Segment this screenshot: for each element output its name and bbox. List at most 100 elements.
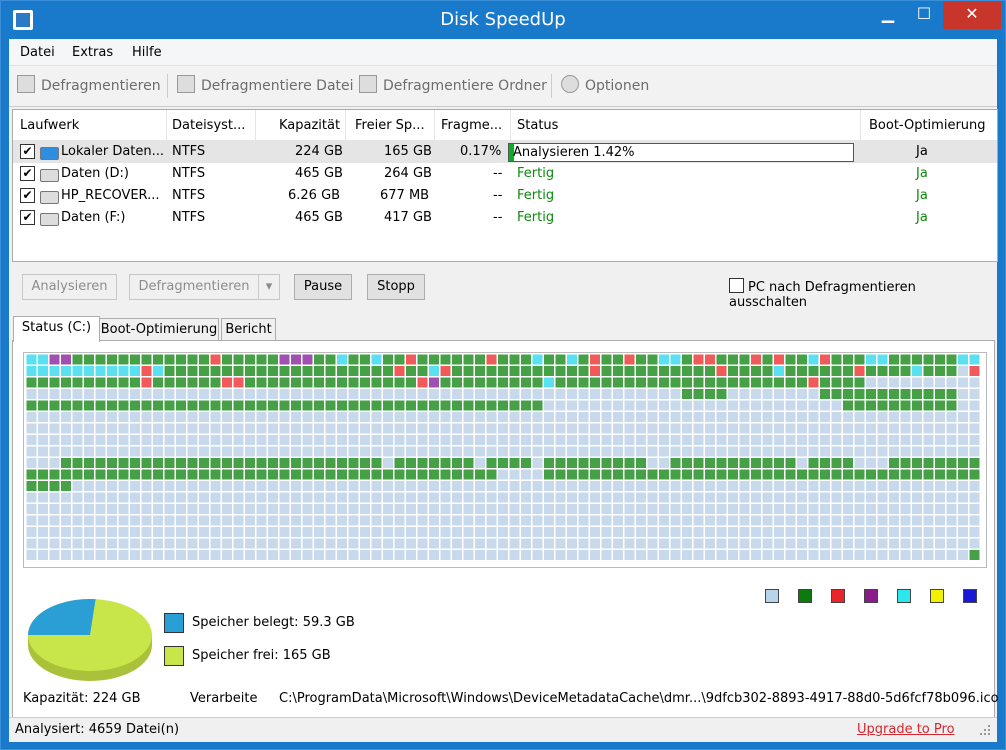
drive-list[interactable]: Laufwerk Dateisyst... Kapazität Freier S… xyxy=(12,109,998,262)
cluster-cell xyxy=(877,423,888,434)
drive-checkbox[interactable]: ✔ xyxy=(20,210,35,225)
cluster-cell xyxy=(728,481,738,491)
drive-checkbox[interactable]: ✔ xyxy=(20,188,35,203)
cluster-cell xyxy=(636,481,646,491)
col-freier-speicher[interactable]: Freier Sp... xyxy=(355,118,425,133)
column-divider[interactable] xyxy=(255,110,256,140)
cluster-cell xyxy=(222,435,232,445)
drive-row[interactable]: ✔ Lokaler Daten... NTFS 224 GB 165 GB 0.… xyxy=(13,141,997,163)
column-divider[interactable] xyxy=(345,110,346,140)
cluster-cell xyxy=(728,377,738,388)
cluster-cell xyxy=(739,538,750,549)
cluster-cell xyxy=(659,400,669,411)
cluster-cell xyxy=(532,550,543,560)
drive-row[interactable]: ✔ Daten (F:) NTFS 465 GB 417 GB -- Ferti… xyxy=(13,207,997,229)
cluster-cell xyxy=(900,354,911,365)
cluster-cell xyxy=(38,458,48,468)
column-divider[interactable] xyxy=(510,110,511,140)
col-fragmentierung[interactable]: Fragme... xyxy=(441,118,502,133)
cluster-cell xyxy=(969,412,980,422)
drive-row[interactable]: ✔ Daten (D:) NTFS 465 GB 264 GB -- Ferti… xyxy=(13,163,997,185)
stop-button[interactable]: Stopp xyxy=(367,274,425,300)
shutdown-checkbox-box[interactable] xyxy=(729,278,744,293)
cluster-cell xyxy=(900,481,911,491)
drive-checkbox[interactable]: ✔ xyxy=(20,144,35,159)
cluster-cell xyxy=(728,366,738,376)
cluster-cell xyxy=(371,435,382,445)
cluster-cell xyxy=(210,366,221,376)
tab-boot-optimierung[interactable]: Boot-Optimierung xyxy=(99,318,219,341)
cluster-cell xyxy=(705,377,715,388)
cluster-cell xyxy=(774,550,784,560)
col-boot-optimierung[interactable]: Boot-Optimierung xyxy=(869,118,986,133)
column-divider[interactable] xyxy=(860,110,861,140)
cluster-cell xyxy=(440,550,451,560)
defrag-file-toolbar-button[interactable]: Defragmentiere Datei xyxy=(177,75,354,97)
menu-extras[interactable]: Extras xyxy=(72,45,113,60)
menu-hilfe[interactable]: Hilfe xyxy=(132,45,162,60)
cluster-cell xyxy=(785,412,796,422)
cluster-cell xyxy=(716,481,727,491)
cluster-cell xyxy=(900,458,911,468)
cluster-cell xyxy=(429,423,439,434)
cluster-cell xyxy=(578,504,589,514)
cluster-cell xyxy=(348,469,359,480)
pause-button[interactable]: Pause xyxy=(294,274,352,300)
cluster-cell xyxy=(210,492,221,503)
col-kapazitaet[interactable]: Kapazität xyxy=(279,118,340,133)
cluster-cell xyxy=(969,354,980,365)
cluster-cell xyxy=(498,446,508,457)
cluster-cell xyxy=(969,515,980,526)
upgrade-link[interactable]: Upgrade to Pro xyxy=(857,722,955,737)
cluster-cell xyxy=(199,412,209,422)
close-button[interactable]: ✕ xyxy=(943,1,1001,29)
cluster-cell xyxy=(233,435,244,445)
defrag-toolbar-button[interactable]: Defragmentieren xyxy=(17,75,161,97)
cluster-cell xyxy=(199,354,209,365)
cluster-cell xyxy=(360,469,370,480)
cluster-cell xyxy=(360,435,370,445)
cluster-cell xyxy=(118,492,129,503)
cluster-cell xyxy=(705,515,715,526)
cluster-cell xyxy=(302,389,313,399)
cluster-cell xyxy=(256,423,267,434)
cluster-cell xyxy=(49,366,60,376)
cluster-cell xyxy=(417,423,428,434)
cluster-cell xyxy=(590,435,600,445)
drive-checkbox[interactable]: ✔ xyxy=(20,166,35,181)
col-status[interactable]: Status xyxy=(517,118,558,133)
cluster-cell xyxy=(613,423,623,434)
cluster-cell xyxy=(935,504,945,514)
defrag-button[interactable]: Defragmentieren xyxy=(129,274,259,300)
cluster-cell xyxy=(153,377,163,388)
defrag-folder-toolbar-button[interactable]: Defragmentiere Ordner xyxy=(359,75,547,97)
shutdown-checkbox[interactable]: PC nach Defragmentieren ausschalten xyxy=(729,278,997,310)
cluster-cell xyxy=(590,515,600,526)
analyze-button[interactable]: Analysieren xyxy=(22,274,117,300)
cluster-cell xyxy=(199,366,209,376)
drive-row[interactable]: ✔ HP_RECOVER... NTFS 6.26 GB 677 MB -- F… xyxy=(13,185,997,207)
title-bar[interactable]: Disk SpeedUp ▁ ☐ ✕ xyxy=(1,1,1005,39)
cluster-cell xyxy=(118,354,129,365)
options-toolbar-button[interactable]: Optionen xyxy=(561,75,649,97)
defrag-dropdown-button[interactable]: ▾ xyxy=(258,274,280,300)
cluster-cell xyxy=(693,550,704,560)
cluster-cell xyxy=(751,354,761,365)
cluster-cell xyxy=(935,423,945,434)
col-dateisystem[interactable]: Dateisyst... xyxy=(172,118,245,133)
column-divider[interactable] xyxy=(434,110,435,140)
column-divider[interactable] xyxy=(166,110,167,140)
resize-grip-icon[interactable] xyxy=(979,724,991,736)
cluster-cell xyxy=(394,550,405,560)
minimize-button[interactable]: ▁ xyxy=(871,1,905,29)
col-laufwerk[interactable]: Laufwerk xyxy=(20,118,79,133)
cluster-cell xyxy=(647,366,658,376)
cluster-cell xyxy=(325,515,336,526)
cluster-cell xyxy=(693,538,704,549)
tab-bericht[interactable]: Bericht xyxy=(221,318,276,341)
menu-datei[interactable]: Datei xyxy=(20,45,55,60)
cluster-cell xyxy=(578,538,589,549)
maximize-button[interactable]: ☐ xyxy=(907,1,941,29)
tab-status[interactable]: Status (C:) xyxy=(13,316,100,342)
cluster-cell xyxy=(555,354,566,365)
